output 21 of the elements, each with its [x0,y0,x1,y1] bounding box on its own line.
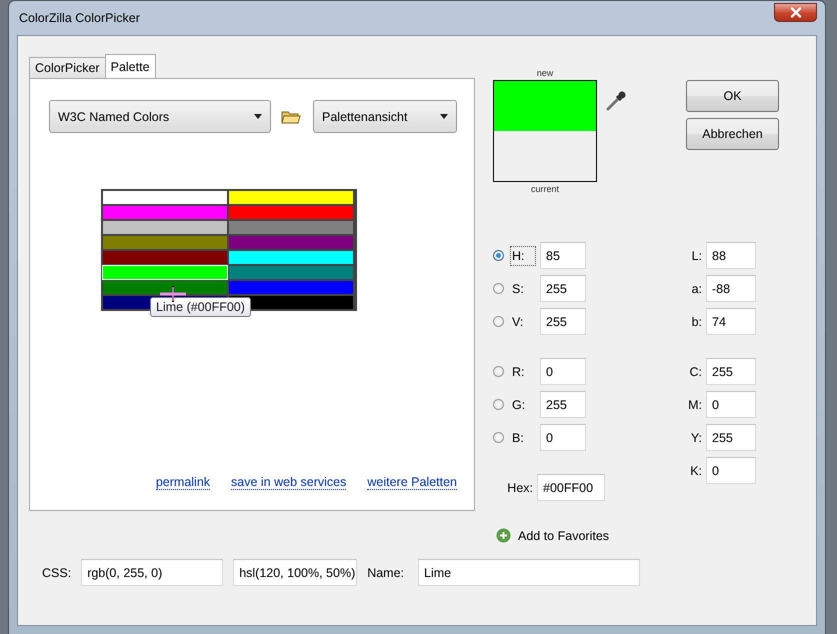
field-label: Y: [690,430,702,444]
current-label: current [530,183,559,196]
field-label: C: [688,364,702,378]
field-label: G: [511,396,526,414]
field-label: B: [511,430,525,446]
field-label: V: [511,314,524,330]
tooltip: Lime (#00FF00) [150,297,251,317]
field-label: K: [689,464,702,478]
add-to-favorites-label: Add to Favorites [518,528,610,542]
field-label: M: [687,398,702,412]
field-label: R: [511,364,526,380]
field-label: b: [690,314,702,328]
field-label: a: [690,282,702,296]
window-title: ColorZilla ColorPicker [19,11,140,25]
css-label: CSS: [42,566,72,580]
field-label: Hex: [506,480,533,494]
field-label: H: [510,246,536,266]
name-label: Name: [367,566,404,580]
field-label: L: [690,248,702,262]
new-label: new [536,67,554,80]
field-label: S: [511,280,525,298]
